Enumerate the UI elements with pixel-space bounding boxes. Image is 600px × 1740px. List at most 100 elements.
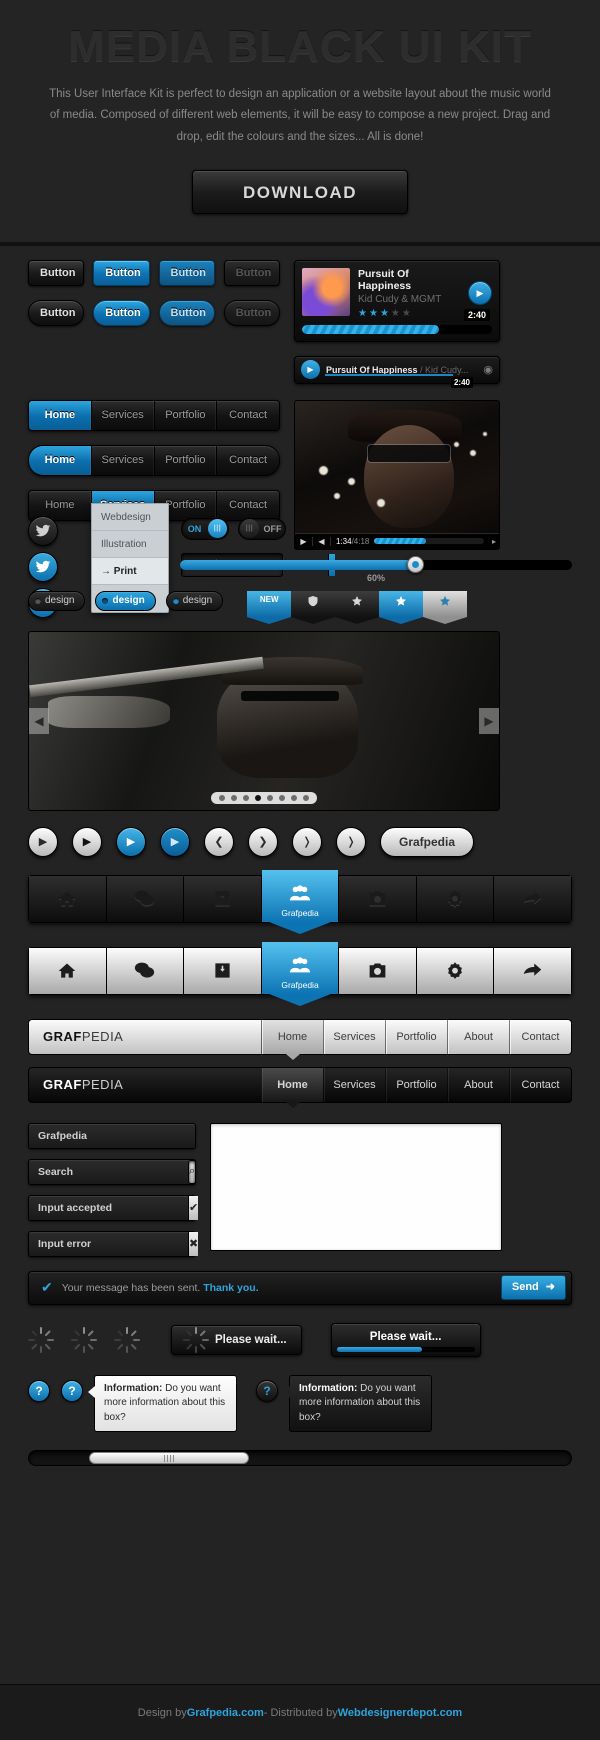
carousel-dot[interactable]: [219, 794, 225, 801]
nav-item-portfolio[interactable]: Portfolio: [155, 400, 218, 430]
help-icon-dark[interactable]: ?: [256, 1379, 278, 1402]
gear-icon[interactable]: [416, 875, 495, 922]
chevron-right-button[interactable]: ❯: [248, 826, 278, 857]
footer-link-grafpedia[interactable]: Grafpedia.com: [187, 1707, 264, 1719]
users-icon-selected-light[interactable]: Grafpedia: [261, 941, 340, 1006]
star-icon-dark[interactable]: [335, 590, 380, 624]
brand-logo-light[interactable]: GRAFPEDIA: [29, 1020, 261, 1054]
grafpedia-pill-button[interactable]: Grafpedia: [380, 826, 475, 857]
carousel-dot[interactable]: [303, 794, 309, 801]
brand-logo-dark[interactable]: GRAFPEDIA: [29, 1068, 261, 1102]
sitenav-dark-home[interactable]: Home: [261, 1067, 323, 1108]
sitenav-dark-services[interactable]: Services: [323, 1067, 385, 1102]
footer-link-wdd[interactable]: Webdesignerdepot.com: [338, 1707, 462, 1719]
nav-item-services[interactable]: Services: [92, 400, 155, 430]
play-button-light-2[interactable]: ▶: [72, 826, 102, 857]
help-icon-blue-2[interactable]: ?: [61, 1379, 83, 1402]
shield-icon[interactable]: [291, 590, 336, 624]
sitenav-dark-portfolio[interactable]: Portfolio: [385, 1067, 447, 1102]
carousel-prev-button[interactable]: ◀: [29, 707, 49, 734]
button-primary[interactable]: Button: [93, 259, 150, 286]
textarea[interactable]: [210, 1122, 502, 1251]
carousel-dot[interactable]: [267, 794, 273, 801]
range-slider[interactable]: [180, 555, 572, 573]
users-icon-selected[interactable]: Grafpedia: [261, 869, 340, 934]
nav-dd-contact[interactable]: Contact: [217, 491, 279, 520]
ribbon-new[interactable]: NEW: [247, 590, 292, 624]
camera-icon[interactable]: [339, 875, 417, 922]
chevron-left-button[interactable]: ❮: [204, 826, 234, 857]
slider-knob[interactable]: [407, 555, 425, 573]
dropdown-item-illustration[interactable]: Illustration: [92, 531, 168, 558]
play-button[interactable]: ▶: [468, 281, 492, 306]
sitenav-light-about[interactable]: About: [447, 1019, 509, 1054]
please-wait-button[interactable]: Please wait...: [171, 1324, 302, 1355]
chevron-up-button[interactable]: ❭: [292, 826, 322, 857]
nav-rounded-services[interactable]: Services: [92, 445, 155, 475]
toggle-on[interactable]: ON |||: [181, 517, 229, 540]
download-button[interactable]: DOWNLOAD: [192, 169, 408, 214]
camera-icon-light[interactable]: [339, 947, 417, 994]
tag-dark-blue-dot[interactable]: design: [165, 590, 224, 611]
check-icon[interactable]: ✔: [188, 1195, 199, 1220]
play-button-light[interactable]: ▶: [28, 826, 58, 857]
star-icon-grey[interactable]: [423, 590, 468, 624]
twitter-icon-blue[interactable]: [28, 551, 58, 582]
play-button-blue-pressed[interactable]: ▶: [160, 826, 190, 857]
round-button-disabled[interactable]: Button: [223, 299, 280, 326]
nav-rounded-portfolio[interactable]: Portfolio: [155, 445, 218, 475]
sitenav-light-contact[interactable]: Contact: [509, 1019, 571, 1054]
input-error[interactable]: [29, 1237, 188, 1250]
carousel-dot[interactable]: [231, 794, 237, 801]
dropdown-item-webdesign[interactable]: Webdesign: [92, 504, 168, 531]
horizontal-scrollbar[interactable]: [28, 1450, 572, 1467]
inbox-icon-light[interactable]: [184, 947, 262, 994]
chat-icon-light[interactable]: [106, 947, 185, 994]
toggle-off[interactable]: ||| OFF: [238, 517, 286, 540]
carousel-dot[interactable]: [279, 794, 285, 801]
home-icon-light[interactable]: [29, 947, 107, 994]
tag-blue[interactable]: design: [95, 590, 156, 611]
sitenav-dark-contact[interactable]: Contact: [509, 1067, 571, 1102]
sitenav-light-portfolio[interactable]: Portfolio: [385, 1019, 447, 1054]
tag-dark[interactable]: design: [28, 590, 86, 611]
share-icon[interactable]: [494, 875, 572, 922]
video-more-icon[interactable]: ▸: [489, 537, 499, 546]
play-button-blue[interactable]: ▶: [116, 826, 146, 857]
search-icon-button[interactable]: ⌕: [188, 1159, 197, 1184]
carousel-dot[interactable]: [291, 794, 297, 801]
round-button-default[interactable]: Button: [28, 299, 85, 326]
nav-item-contact[interactable]: Contact: [217, 401, 279, 430]
button-primary-pressed[interactable]: Button: [158, 259, 215, 286]
chat-icon[interactable]: [106, 875, 185, 922]
input-plain[interactable]: [29, 1129, 195, 1142]
sitenav-dark-about[interactable]: About: [447, 1067, 509, 1102]
inbox-icon[interactable]: [184, 875, 262, 922]
input-accepted[interactable]: [29, 1201, 188, 1214]
nav-item-home[interactable]: Home: [29, 400, 92, 430]
send-button[interactable]: Send ➜: [500, 1275, 566, 1301]
inline-play-button[interactable]: ▶: [301, 360, 320, 380]
eye-icon[interactable]: ◉: [483, 363, 493, 376]
please-wait-progress-button[interactable]: Please wait...: [330, 1322, 481, 1357]
track-progress-bar[interactable]: [302, 324, 492, 334]
sitenav-light-services[interactable]: Services: [323, 1019, 385, 1054]
star-icon-blue[interactable]: [379, 590, 424, 624]
video-progress-bar[interactable]: [374, 538, 484, 545]
sitenav-light-home[interactable]: Home: [261, 1019, 323, 1060]
carousel-dot[interactable]: [243, 794, 249, 801]
nav-rounded-contact[interactable]: Contact: [217, 446, 279, 475]
home-icon[interactable]: [29, 875, 107, 922]
scrollbar-thumb[interactable]: [89, 1452, 249, 1465]
help-icon-blue[interactable]: ?: [28, 1379, 50, 1402]
dropdown-item-print[interactable]: → Print: [92, 557, 168, 585]
share-icon-light[interactable]: [494, 947, 572, 994]
rating-stars[interactable]: ★★★★★: [358, 308, 460, 319]
round-button-primary[interactable]: Button: [93, 299, 150, 326]
round-button-primary-pressed[interactable]: Button: [158, 299, 215, 326]
input-search[interactable]: [29, 1165, 188, 1178]
close-icon[interactable]: ✖: [188, 1231, 199, 1256]
video-play-icon[interactable]: ▶: [295, 536, 313, 546]
gear-icon-light[interactable]: [416, 947, 495, 994]
video-volume-icon[interactable]: ◀: [313, 536, 331, 546]
